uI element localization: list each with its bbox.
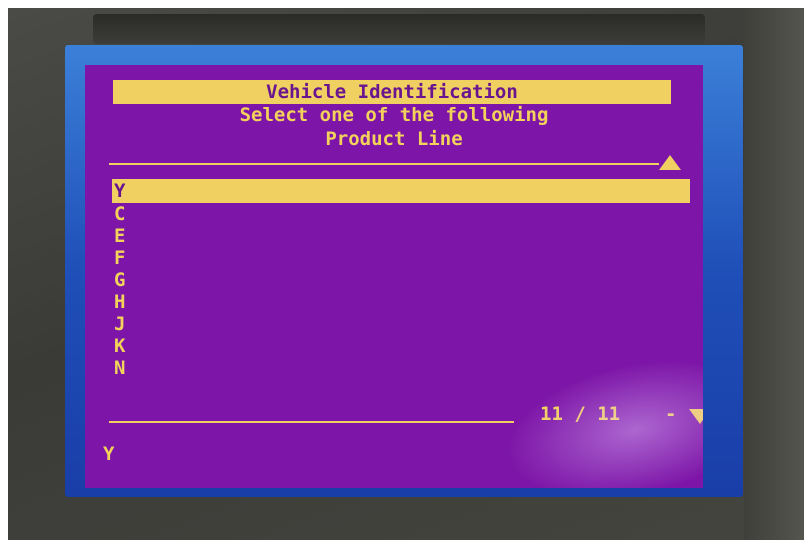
list-item-selected[interactable]: Y bbox=[112, 179, 690, 203]
page-indicator: 11 / 11 bbox=[540, 403, 621, 425]
product-line-list: Y C E F G H J K N bbox=[112, 179, 690, 379]
scroll-down-icon[interactable] bbox=[689, 409, 703, 424]
top-divider bbox=[109, 163, 659, 165]
device-photo: Vehicle Identification Select one of the… bbox=[8, 8, 804, 540]
screen-title: Vehicle Identification bbox=[113, 80, 671, 104]
list-item[interactable]: J bbox=[112, 313, 690, 335]
list-item[interactable]: G bbox=[112, 269, 690, 291]
list-item[interactable]: K bbox=[112, 335, 690, 357]
scroll-up-icon[interactable] bbox=[659, 155, 681, 170]
scan-tool-screen: Vehicle Identification Select one of the… bbox=[85, 65, 703, 488]
list-item[interactable]: H bbox=[112, 291, 690, 313]
list-item[interactable]: N bbox=[112, 357, 690, 379]
device-top-slot bbox=[93, 14, 705, 44]
page-dash: - bbox=[665, 403, 677, 425]
list-heading: Product Line bbox=[325, 128, 463, 150]
list-item[interactable]: E bbox=[112, 225, 690, 247]
device-right-edge bbox=[744, 8, 804, 540]
instruction-text: Select one of the following bbox=[239, 104, 549, 126]
bottom-divider bbox=[109, 421, 514, 423]
list-item[interactable]: F bbox=[112, 247, 690, 269]
selected-value-readout: Y bbox=[103, 443, 115, 465]
list-item[interactable]: C bbox=[112, 203, 690, 225]
